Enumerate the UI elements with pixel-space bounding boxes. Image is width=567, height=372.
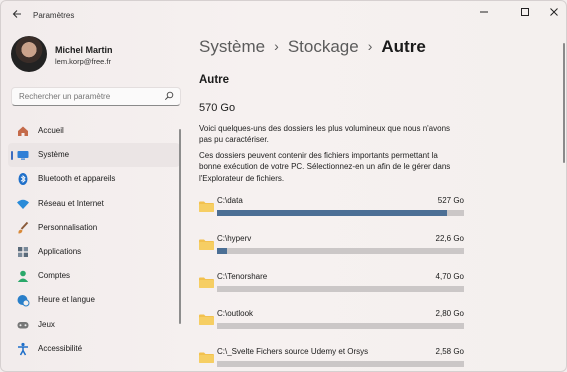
wifi-icon (17, 199, 29, 209)
folder-size: 2,80 Go (435, 309, 464, 319)
sidebar-nav: Accueil Système Bluetooth et appareils R… (8, 119, 180, 361)
bluetooth-icon (18, 173, 28, 186)
sidebar-item-label: Accueil (38, 126, 64, 135)
app-title: Paramètres (33, 11, 75, 20)
folder-icon (199, 352, 214, 364)
folder-icon (199, 201, 214, 212)
search-icon[interactable] (164, 91, 174, 101)
sidebar-item-bluetooth[interactable]: Bluetooth et appareils (8, 167, 180, 191)
folder-item[interactable]: C:\outlook 2,80 Go (197, 306, 467, 344)
folder-name: C:\data (217, 196, 243, 205)
search-input[interactable] (19, 92, 159, 101)
chevron-right-icon: › (367, 38, 373, 54)
settings-window: Paramètres Michel Martin lem.korp@free.f… (0, 0, 567, 372)
main-scrollbar[interactable] (563, 43, 565, 163)
user-email: lem.korp@free.fr (55, 57, 111, 66)
maximize-icon (521, 8, 529, 16)
sidebar-item-heure[interactable]: Heure et langue (8, 288, 180, 312)
usage-bar (217, 210, 464, 216)
chevron-right-icon: › (274, 38, 279, 54)
breadcrumb: Système › Stockage › Autre (199, 37, 426, 57)
sidebar-item-label: Bluetooth et appareils (38, 174, 116, 184)
folder-item[interactable]: C:\Tenorshare 4,70 Go (197, 269, 467, 307)
home-icon (18, 126, 28, 136)
total-size: 570 Go (199, 102, 236, 114)
usage-bar-fill (217, 247, 227, 254)
sidebar-item-accueil[interactable]: Accueil (8, 119, 180, 143)
brush-icon (18, 221, 29, 234)
folder-name: C:\outlook (217, 309, 254, 319)
apps-icon (18, 246, 28, 257)
accessibility-icon (18, 342, 28, 356)
folder-size: 527 Go (437, 196, 464, 205)
sidebar-item-label: Comptes (38, 271, 71, 281)
description-text: Voici quelques-uns des dossiers les plus… (199, 124, 451, 145)
sidebar-item-applications[interactable]: Applications (8, 240, 180, 264)
gamepad-icon (17, 321, 29, 328)
sidebar-item-label: Jeux (38, 319, 55, 329)
section-title: Autre (199, 74, 230, 86)
usage-bar (217, 285, 464, 292)
usage-bar (217, 323, 464, 330)
maximize-button[interactable] (512, 5, 538, 23)
usage-bar-fill (217, 210, 447, 216)
search-box[interactable] (11, 87, 181, 106)
folder-name: C:\_Svelte Fichers source Udemy et Orsys (217, 347, 369, 357)
breadcrumb-item-stockage[interactable]: Stockage (288, 37, 359, 56)
globe-clock-icon (17, 295, 30, 307)
minimize-icon (480, 11, 488, 13)
active-indicator (11, 151, 13, 161)
sidebar-item-jeux[interactable]: Jeux (8, 313, 180, 337)
usage-bar (217, 361, 464, 368)
folder-icon (199, 239, 214, 250)
folder-size: 22,6 Go (435, 233, 464, 243)
sidebar-item-personnalisation[interactable]: Personnalisation (8, 216, 180, 240)
sidebar-item-comptes[interactable]: Comptes (8, 264, 180, 288)
sidebar-item-accessibilite[interactable]: Accessibilité (8, 337, 180, 361)
folder-name: C:\Tenorshare (217, 271, 268, 281)
monitor-icon (17, 151, 29, 160)
breadcrumb-current: Autre (381, 37, 426, 56)
folder-name: C:\hyperv (217, 233, 252, 243)
folder-item[interactable]: C:\data 527 Go (197, 193, 467, 231)
avatar[interactable] (11, 36, 47, 72)
sidebar-scrollbar[interactable] (179, 129, 181, 324)
folder-list: C:\data 527 Go C:\hyperv 22,6 Go C:\Teno… (197, 193, 467, 371)
sidebar-item-label: Heure et langue (38, 295, 95, 305)
back-button[interactable] (9, 8, 25, 24)
close-button[interactable] (541, 5, 566, 23)
folder-item[interactable]: C:\_Svelte Fichers source Udemy et Orsys… (197, 344, 467, 371)
sidebar-item-reseau[interactable]: Réseau et Internet (8, 192, 180, 216)
folder-icon (199, 314, 214, 326)
folder-item[interactable]: C:\hyperv 22,6 Go (197, 231, 467, 269)
user-name: Michel Martin (55, 45, 113, 55)
sidebar-item-label: Personnalisation (38, 222, 98, 232)
usage-bar (217, 247, 464, 254)
arrow-left-icon (12, 10, 21, 18)
sidebar-item-label: Applications (38, 246, 82, 256)
breadcrumb-item-systeme[interactable]: Système (199, 37, 265, 56)
sidebar-item-label: Accessibilité (38, 343, 83, 353)
minimize-button[interactable] (471, 5, 497, 23)
folder-size: 2,58 Go (435, 347, 464, 357)
title-bar: Paramètres (1, 1, 566, 31)
sidebar-item-label: Réseau et Internet (38, 198, 104, 208)
sidebar-item-label: Système (38, 150, 70, 160)
close-icon (550, 8, 558, 16)
description-text: Ces dossiers peuvent contenir des fichie… (199, 151, 451, 183)
folder-size: 4,70 Go (435, 271, 464, 281)
person-icon (17, 270, 29, 283)
sidebar-item-systeme[interactable]: Système (8, 143, 180, 168)
folder-icon (199, 277, 214, 288)
